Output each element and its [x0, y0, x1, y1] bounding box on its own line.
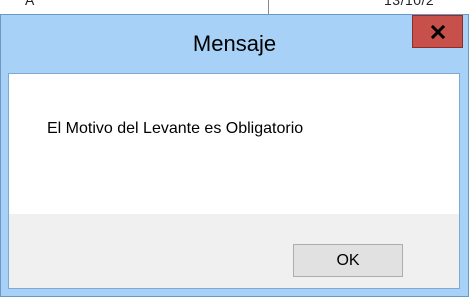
message-dialog: Mensaje El Motivo del Levante es Obligat… [0, 14, 469, 297]
background-cell-text: A [25, 0, 35, 8]
ok-button[interactable]: OK [293, 244, 403, 277]
message-area: El Motivo del Levante es Obligatorio [9, 74, 459, 214]
dialog-title: Mensaje [192, 31, 277, 56]
dialog-body: El Motivo del Levante es Obligatorio OK [8, 73, 460, 289]
message-text: El Motivo del Levante es Obligatorio [47, 120, 304, 137]
button-area: OK [9, 214, 459, 288]
background-column-divider [268, 0, 269, 14]
dialog-titlebar[interactable]: Mensaje [1, 15, 468, 73]
background-window-strip: A 13/10/2 [0, 0, 471, 14]
background-date-text: 13/10/2 [384, 0, 435, 8]
close-icon [430, 24, 445, 39]
close-button[interactable] [412, 15, 463, 48]
